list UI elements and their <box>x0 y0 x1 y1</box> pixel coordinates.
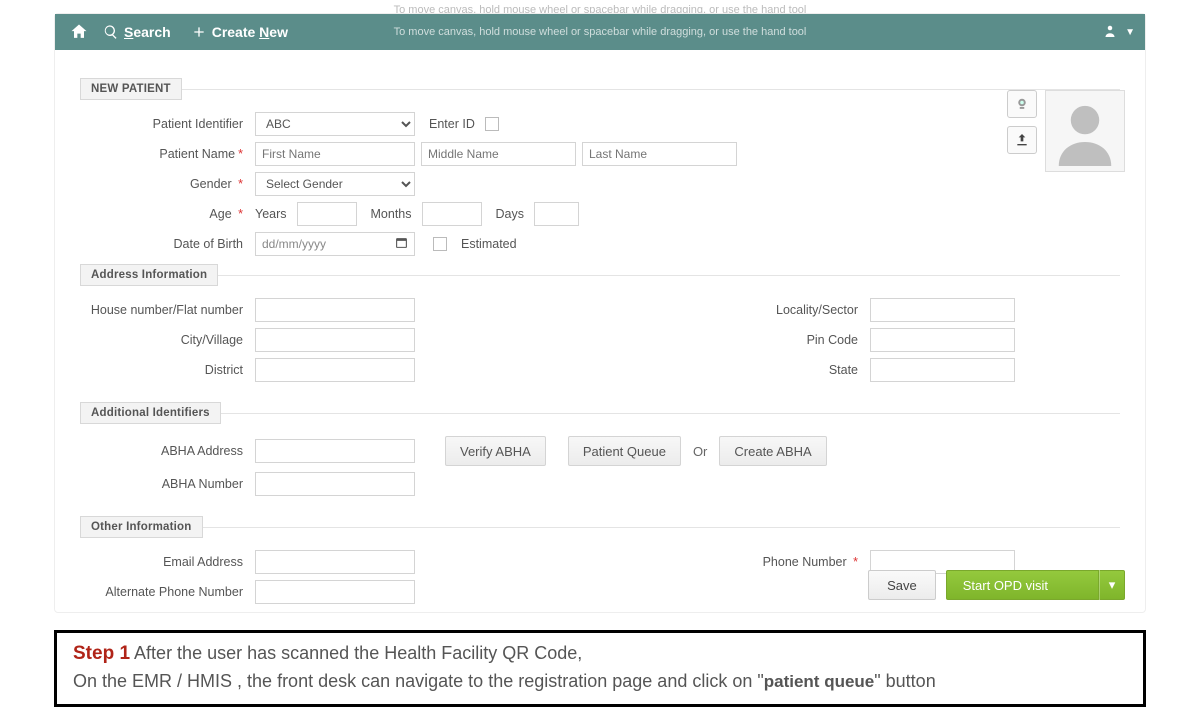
dob-input[interactable]: dd/mm/yyyy <box>255 232 415 256</box>
user-menu-icon[interactable] <box>1101 22 1119 43</box>
canvas-helper: To move canvas, hold mouse wheel or spac… <box>394 26 807 38</box>
gender-label: Gender <box>190 177 232 191</box>
estimated-label: Estimated <box>453 237 521 251</box>
home-icon[interactable] <box>65 18 93 46</box>
or-text: Or <box>687 444 713 459</box>
years-label: Years <box>255 207 291 221</box>
age-years-input[interactable] <box>297 202 357 226</box>
create-abha-button[interactable]: Create ABHA <box>719 436 826 466</box>
patient-identifier-label: Patient Identifier <box>80 117 255 131</box>
additional-ids-legend: Additional Identifiers <box>80 402 221 424</box>
verify-abha-button[interactable]: Verify ABHA <box>445 436 546 466</box>
abha-number-label: ABHA Number <box>80 477 255 491</box>
create-new-label: Create New <box>212 24 288 40</box>
additional-ids-section: Additional Identifiers ABHA Address Veri… <box>80 402 1120 508</box>
locality-input[interactable] <box>870 298 1015 322</box>
locality-label: Locality/Sector <box>600 303 870 317</box>
alt-phone-input[interactable] <box>255 580 415 604</box>
abha-address-input[interactable] <box>255 439 415 463</box>
city-label: City/Village <box>80 333 255 347</box>
instruction-box: Step 1 After the user has scanned the He… <box>54 630 1146 707</box>
email-label: Email Address <box>80 555 255 569</box>
search-icon <box>103 24 119 40</box>
age-label: Age <box>209 207 231 221</box>
search-nav[interactable]: Search <box>93 24 181 40</box>
instruction-line2a: On the EMR / HMIS , the front desk can n… <box>73 671 764 691</box>
enter-id-label: Enter ID <box>421 117 479 131</box>
calendar-icon <box>395 236 408 252</box>
start-opd-caret[interactable]: ▾ <box>1099 570 1125 600</box>
step-label: Step 1 <box>73 643 130 664</box>
enter-id-checkbox[interactable] <box>485 117 499 131</box>
age-days-input[interactable] <box>534 202 579 226</box>
middle-name-input[interactable] <box>421 142 576 166</box>
patient-name-label: Patient Name <box>159 147 235 161</box>
other-info-legend: Other Information <box>80 516 203 538</box>
footer-actions: Save Start OPD visit ▾ <box>868 570 1125 600</box>
start-opd-button[interactable]: Start OPD visit <box>946 570 1099 600</box>
house-no-input[interactable] <box>255 298 415 322</box>
instruction-line2b: " button <box>874 671 935 691</box>
app-window: Search Create New To move canvas, hold m… <box>54 13 1146 613</box>
phone-label: Phone Number <box>763 555 847 569</box>
required-marker: * <box>235 147 243 161</box>
city-input[interactable] <box>255 328 415 352</box>
pincode-input[interactable] <box>870 328 1015 352</box>
dob-placeholder: dd/mm/yyyy <box>262 237 326 251</box>
abha-number-input[interactable] <box>255 472 415 496</box>
pincode-label: Pin Code <box>600 333 870 347</box>
state-input[interactable] <box>870 358 1015 382</box>
address-legend: Address Information <box>80 264 218 286</box>
new-patient-legend: NEW PATIENT <box>80 78 182 100</box>
other-info-section: Other Information Email Address Alternat… <box>80 516 1120 616</box>
first-name-input[interactable] <box>255 142 415 166</box>
dob-estimated-checkbox[interactable] <box>433 237 447 251</box>
patient-queue-button[interactable]: Patient Queue <box>568 436 681 466</box>
instruction-line1: After the user has scanned the Health Fa… <box>134 643 582 663</box>
gender-select[interactable]: Select Gender <box>255 172 415 196</box>
user-menu-caret[interactable]: ▼ <box>1125 27 1135 38</box>
identifier-type-select[interactable]: ABC <box>255 112 415 136</box>
plus-icon <box>191 24 207 40</box>
house-no-label: House number/Flat number <box>80 303 255 317</box>
top-nav-bar: Search Create New To move canvas, hold m… <box>55 14 1145 50</box>
dob-label: Date of Birth <box>80 237 255 251</box>
search-label: Search <box>124 24 171 40</box>
address-section: Address Information House number/Flat nu… <box>80 264 1120 394</box>
district-label: District <box>80 363 255 377</box>
state-label: State <box>600 363 870 377</box>
save-button[interactable]: Save <box>868 570 936 600</box>
new-patient-section: NEW PATIENT Patient Identifier ABC Enter… <box>80 78 1120 622</box>
instruction-patient-queue: patient queue <box>764 672 875 691</box>
abha-address-label: ABHA Address <box>80 444 255 458</box>
create-new-nav[interactable]: Create New <box>181 24 298 40</box>
email-input[interactable] <box>255 550 415 574</box>
last-name-input[interactable] <box>582 142 737 166</box>
district-input[interactable] <box>255 358 415 382</box>
months-label: Months <box>363 207 416 221</box>
age-months-input[interactable] <box>422 202 482 226</box>
alt-phone-label: Alternate Phone Number <box>80 585 255 599</box>
days-label: Days <box>488 207 528 221</box>
